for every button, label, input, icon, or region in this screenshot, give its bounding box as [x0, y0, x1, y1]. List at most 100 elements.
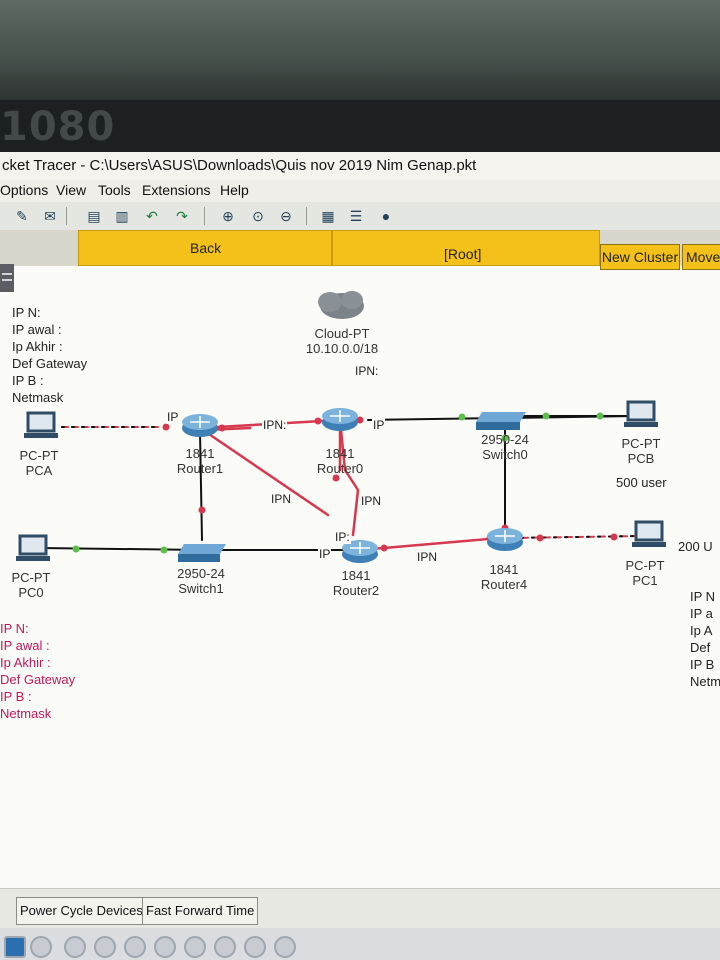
toolbar-divider	[306, 207, 307, 225]
background-wall	[0, 0, 720, 100]
router4-name: Router4	[480, 577, 528, 592]
note-pc1-users[interactable]: 200 U	[678, 538, 713, 555]
device-dock	[0, 928, 720, 960]
device-type-icon[interactable]	[4, 936, 26, 958]
router1-label: 1841 Router1	[170, 446, 230, 476]
pc1-name: PC1	[632, 573, 658, 588]
switch-icon[interactable]	[178, 544, 226, 562]
device-template-icon[interactable]: ☰	[346, 206, 366, 226]
activity-wizard-icon[interactable]: ✎	[12, 206, 32, 226]
new-cluster-button[interactable]: New Cluster	[600, 244, 680, 270]
device-type-icon[interactable]	[124, 936, 146, 958]
undo-icon[interactable]: ↶	[142, 206, 162, 226]
router1-model: 1841	[185, 446, 215, 461]
note-top-left[interactable]: IP N: IP awal : Ip Akhir : Def Gateway I…	[12, 304, 87, 406]
zoom-reset-icon[interactable]: ⊙	[248, 206, 268, 226]
menu-help[interactable]: Help	[220, 182, 249, 198]
link-status-dot	[162, 423, 170, 431]
copy-icon[interactable]: ▤	[84, 206, 104, 226]
router4-label: 1841 Router4	[474, 562, 534, 592]
link-label-router2-top: IP:	[334, 530, 351, 544]
print-icon[interactable]: ▥	[112, 206, 132, 226]
link-status-dot	[218, 424, 226, 432]
move-button[interactable]: Move	[682, 244, 720, 270]
pc1-model: PC-PT	[625, 558, 665, 573]
pc-icon[interactable]	[624, 400, 658, 427]
switch1-name: Switch1	[178, 581, 224, 596]
logical-workspace[interactable]: IP N: IP awal : Ip Akhir : Def Gateway I…	[0, 270, 720, 870]
link-router0-router2-b[interactable]	[351, 488, 360, 537]
pcb-model: PC-PT	[621, 436, 661, 451]
switch1-label: 2950-24 Switch1	[166, 566, 236, 596]
main-toolbar: ✎ ✉ ▤ ▥ ↶ ↷ ⊕ ⊙ ⊖ ▦ ☰ ●	[0, 202, 720, 231]
cloud-label: Cloud-PT 10.10.0.0/18	[300, 326, 384, 356]
device-type-icon[interactable]	[30, 936, 52, 958]
redo-icon[interactable]: ↷	[172, 206, 192, 226]
palette-icon[interactable]: ▦	[318, 206, 338, 226]
device-type-icon[interactable]	[244, 936, 266, 958]
device-type-icon[interactable]	[64, 936, 86, 958]
pc0-model: PC-PT	[11, 570, 51, 585]
link-status-dot	[610, 533, 618, 541]
pcb-name: PCB	[627, 451, 655, 466]
pca-label: PC-PT PCA	[14, 448, 64, 478]
menu-extensions[interactable]: Extensions	[142, 182, 210, 198]
router-icon[interactable]	[487, 528, 523, 551]
link-router4-pc1-overlay	[509, 535, 641, 539]
cluster-icon[interactable]: ●	[376, 206, 396, 226]
zoom-out-icon[interactable]: ⊖	[276, 206, 296, 226]
router0-model: 1841	[325, 446, 355, 461]
link-label-router1-router2: IPN	[270, 492, 293, 506]
router4-model: 1841	[489, 562, 519, 577]
pc-icon[interactable]	[632, 520, 666, 547]
power-cycle-button[interactable]: Power Cycle Devices	[16, 897, 147, 925]
switch-icon[interactable]	[476, 412, 526, 430]
link-status-dot	[314, 417, 322, 425]
router0-label: 1841 Router0	[310, 446, 370, 476]
toolbar-divider	[204, 207, 205, 225]
switch0-label: 2950-24 Switch0	[470, 432, 540, 462]
link-status-dot	[542, 412, 550, 420]
device-type-icon[interactable]	[274, 936, 296, 958]
message-icon[interactable]: ✉	[40, 206, 60, 226]
device-type-icon[interactable]	[154, 936, 176, 958]
link-label-cloud-router0: IPN:	[354, 364, 380, 378]
device-type-icon[interactable]	[184, 936, 206, 958]
pca-model: PC-PT	[19, 448, 59, 463]
note-pcb-users[interactable]: 500 user	[616, 474, 667, 491]
toolbar-divider	[66, 207, 67, 225]
pc-icon[interactable]	[24, 411, 58, 438]
link-label-router1-router0: IPN:	[262, 418, 288, 432]
link-label-router0-switch0: IP	[372, 418, 386, 432]
link-label-router1-pca: IP	[166, 410, 180, 424]
fast-forward-button[interactable]: Fast Forward Time	[142, 897, 259, 925]
switch0-name: Switch0	[482, 447, 528, 462]
root-label: [Root]	[444, 246, 482, 262]
switch0-model: 2950-24	[481, 432, 529, 447]
pc-icon[interactable]	[16, 534, 50, 561]
link-status-dot	[536, 534, 544, 542]
device-type-icon[interactable]	[94, 936, 116, 958]
router0-name: Router0	[316, 461, 364, 476]
pc0-name: PC0	[18, 585, 44, 600]
window-title: cket Tracer - C:\Users\ASUS\Downloads\Qu…	[0, 152, 720, 180]
device-type-icon[interactable]	[214, 936, 236, 958]
pcb-label: PC-PT PCB	[616, 436, 666, 466]
menu-view[interactable]: View	[56, 182, 86, 198]
link-label-router2-router4: IPN	[416, 550, 439, 564]
menu-bar: Options View Tools Extensions Help	[0, 180, 720, 202]
zoom-in-icon[interactable]: ⊕	[218, 206, 238, 226]
link-status-dot	[596, 412, 604, 420]
router-icon[interactable]	[322, 408, 358, 431]
menu-tools[interactable]: Tools	[98, 182, 131, 198]
pc1-label: PC-PT PC1	[620, 558, 670, 588]
link-pc0-switch1[interactable]	[39, 547, 206, 551]
router-icon[interactable]	[182, 414, 218, 437]
back-button[interactable]: Back	[190, 240, 221, 256]
note-bottom-left[interactable]: IP N: IP awal : Ip Akhir : Def Gateway I…	[0, 620, 75, 722]
cloud-icon[interactable]	[318, 291, 364, 319]
cloud-model: Cloud-PT	[314, 326, 370, 341]
menu-options[interactable]: Options	[0, 182, 48, 198]
link-label-router0-router2: IPN	[360, 494, 383, 508]
note-right[interactable]: IP N IP a Ip A Def IP B Netm	[690, 588, 720, 690]
